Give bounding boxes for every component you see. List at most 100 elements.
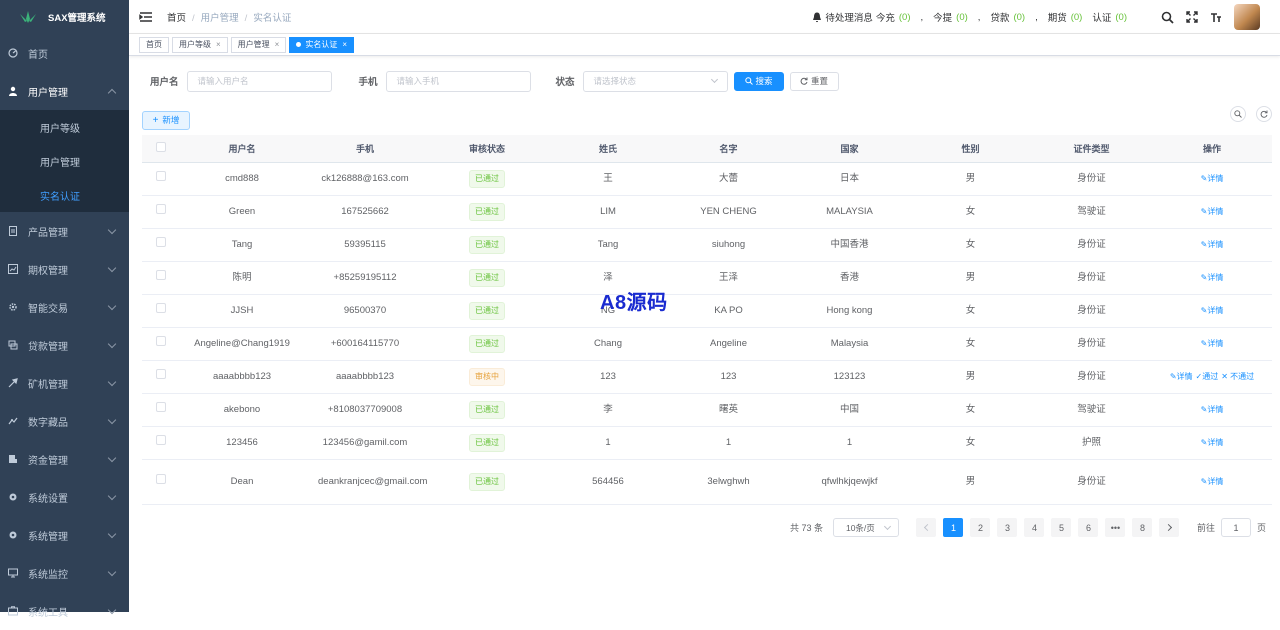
add-button[interactable]: +新增 [142, 111, 190, 130]
notice-loan-label[interactable]: 贷款 [990, 10, 1009, 24]
page-button[interactable]: 8 [1132, 518, 1152, 537]
column-header[interactable]: 手机 [304, 135, 426, 162]
notice-futures-label[interactable]: 期货 [1048, 10, 1067, 24]
sidebar-subitem-label: 实名认证 [40, 188, 80, 203]
row-select-cell [142, 195, 180, 228]
select-all-checkbox[interactable] [156, 142, 166, 152]
row-checkbox[interactable] [156, 237, 166, 247]
notice-recharge-label[interactable]: 今充 [876, 10, 895, 24]
row-checkbox[interactable] [156, 336, 166, 346]
row-checkbox[interactable] [156, 204, 166, 214]
row-checkbox[interactable] [156, 435, 166, 445]
page-button[interactable]: 4 [1024, 518, 1044, 537]
row-checkbox[interactable] [156, 474, 166, 484]
name-cell: Angeline [668, 327, 789, 360]
sidebar-item-user-management[interactable]: 用户管理 [0, 72, 129, 110]
refresh-table-button[interactable] [1256, 106, 1272, 122]
column-header[interactable]: 操作 [1152, 135, 1272, 162]
page-button[interactable]: 3 [997, 518, 1017, 537]
page-size-select[interactable]: 10条/页 [833, 518, 899, 537]
navbar-right: 待处理消息 今充(0), 今提(0), 贷款(0), 期货(0) 认证(0) [812, 0, 1260, 34]
phone-label: 手机 [359, 74, 378, 88]
phone-input[interactable]: 请输入手机 [386, 71, 531, 92]
page-button[interactable]: 6 [1078, 518, 1098, 537]
row-checkbox[interactable] [156, 402, 166, 412]
sidebar-item-miner[interactable]: 矿机管理 [0, 364, 129, 402]
chevron-down-icon [108, 568, 116, 576]
hamburger-icon[interactable] [139, 10, 153, 24]
more-pages-button[interactable]: ••• [1105, 518, 1125, 537]
tag-user-level[interactable]: 用户等级× [172, 37, 228, 53]
toggle-search-button[interactable] [1230, 106, 1246, 122]
column-header[interactable]: 名字 [668, 135, 789, 162]
close-icon[interactable]: × [216, 40, 221, 49]
font-size-icon[interactable] [1210, 11, 1222, 23]
column-header[interactable]: 姓氏 [548, 135, 668, 162]
close-icon[interactable]: × [275, 40, 280, 49]
search-button[interactable]: 搜索 [734, 72, 784, 91]
detail-link[interactable]: ✎详情 [1201, 273, 1224, 282]
column-header[interactable]: 审核状态 [426, 135, 548, 162]
row-checkbox[interactable] [156, 171, 166, 181]
row-checkbox[interactable] [156, 270, 166, 280]
goto-page-input[interactable]: 1 [1221, 518, 1251, 537]
notice-auth-label[interactable]: 认证 [1092, 10, 1111, 24]
sidebar-item-funds[interactable]: 资金管理 [0, 440, 129, 478]
sidebar-item-options[interactable]: 期权管理 [0, 250, 129, 288]
close-icon[interactable]: × [342, 40, 347, 49]
search-icon[interactable] [1161, 11, 1174, 24]
status-label: 状态 [556, 74, 575, 88]
column-header[interactable]: 国家 [789, 135, 910, 162]
detail-link[interactable]: ✎详情 [1201, 339, 1224, 348]
approve-link[interactable]: ✓通过 [1196, 372, 1219, 381]
column-header[interactable]: 用户名 [180, 135, 304, 162]
row-select-cell [142, 162, 180, 195]
detail-link[interactable]: ✎详情 [1201, 405, 1224, 414]
tag-real-name-auth[interactable]: 实名认证× [289, 37, 354, 53]
app-logo[interactable]: SAX管理系统 [0, 0, 129, 34]
page-button[interactable]: 5 [1051, 518, 1071, 537]
detail-link[interactable]: ✎详情 [1201, 306, 1224, 315]
sidebar-item-loan[interactable]: 贷款管理 [0, 326, 129, 364]
sidebar-item-collection[interactable]: 数字藏品 [0, 402, 129, 440]
surname-cell: 王 [548, 162, 668, 195]
column-header[interactable]: 性别 [910, 135, 1031, 162]
fullscreen-icon[interactable] [1186, 11, 1198, 23]
sidebar-subitem-user-management[interactable]: 用户管理 [0, 144, 129, 178]
page-button[interactable]: 1 [943, 518, 963, 537]
detail-link[interactable]: ✎详情 [1201, 174, 1224, 183]
tag-user-management[interactable]: 用户管理 × [231, 37, 287, 53]
detail-link[interactable]: ✎详情 [1201, 477, 1224, 486]
tag-home[interactable]: 首页 [139, 37, 169, 53]
row-checkbox[interactable] [156, 303, 166, 313]
sidebar-item-product[interactable]: 产品管理 [0, 212, 129, 250]
notice-withdraw-count: (0) [956, 12, 968, 23]
detail-link[interactable]: ✎详情 [1170, 372, 1193, 381]
tag-label: 用户管理 [238, 39, 270, 50]
reject-link[interactable]: ✕ 不通过 [1221, 372, 1254, 381]
detail-link[interactable]: ✎详情 [1201, 207, 1224, 216]
avatar[interactable] [1234, 4, 1260, 30]
row-checkbox[interactable] [156, 369, 166, 379]
sidebar-item-tools[interactable]: 系统工具 [0, 592, 129, 630]
phone-cell: ck126888@163.com [304, 162, 426, 195]
prev-page-button[interactable] [916, 518, 936, 537]
sidebar-subitem-real-name-auth[interactable]: 实名认证 [0, 178, 129, 212]
sidebar-item-smart-trade[interactable]: 智能交易 [0, 288, 129, 326]
detail-link[interactable]: ✎详情 [1201, 240, 1224, 249]
column-header[interactable]: 证件类型 [1031, 135, 1152, 162]
sidebar-item-home[interactable]: 首页 [0, 34, 129, 72]
username-input[interactable]: 请输入用户名 [187, 71, 332, 92]
detail-link[interactable]: ✎详情 [1201, 438, 1224, 447]
breadcrumb-home[interactable]: 首页 [167, 13, 186, 24]
next-page-button[interactable] [1159, 518, 1179, 537]
status-select[interactable]: 请选择状态 [583, 71, 728, 92]
sidebar-subitem-user-level[interactable]: 用户等级 [0, 110, 129, 144]
sidebar-item-settings[interactable]: 系统设置 [0, 478, 129, 516]
phone-cell: +8108037709008 [304, 393, 426, 426]
page-button[interactable]: 2 [970, 518, 990, 537]
sidebar-item-system[interactable]: 系统管理 [0, 516, 129, 554]
notice-withdraw-label[interactable]: 今提 [933, 10, 952, 24]
reset-button[interactable]: 重置 [790, 72, 839, 91]
sidebar-item-monitor[interactable]: 系统监控 [0, 554, 129, 592]
